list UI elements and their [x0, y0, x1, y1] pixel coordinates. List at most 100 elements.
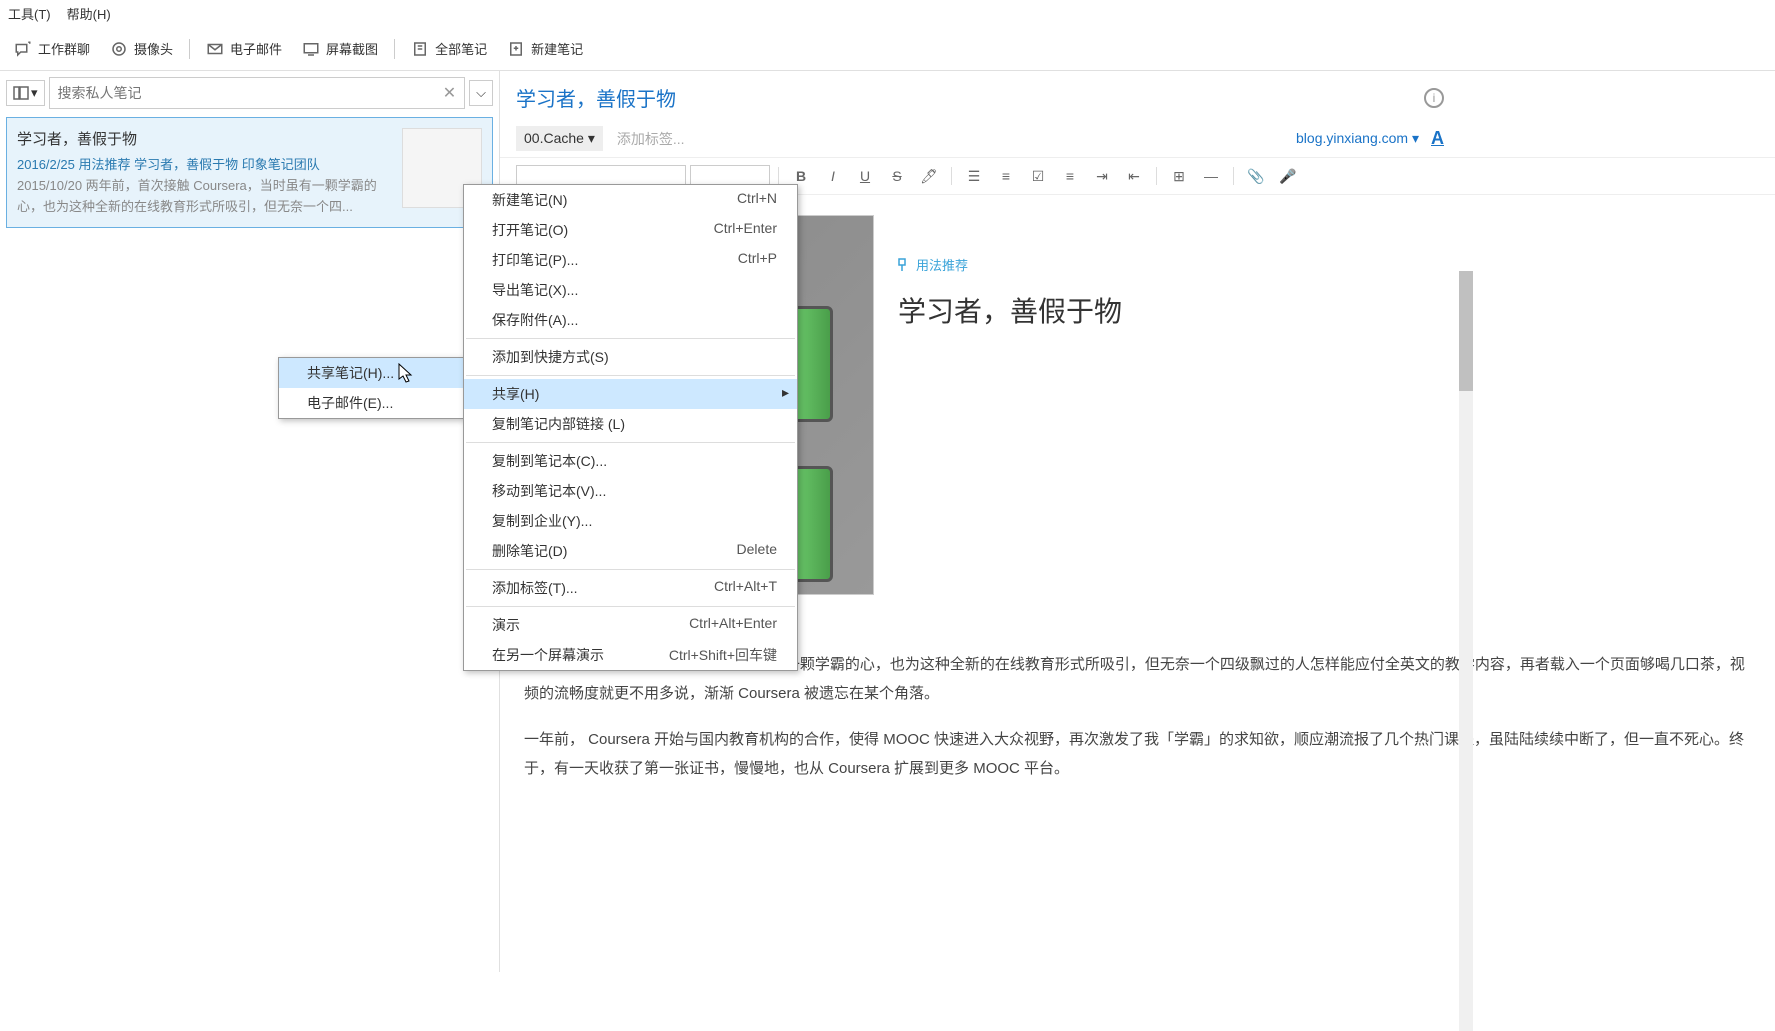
context-menu: 新建笔记(N) Ctrl+N 打开笔记(O) Ctrl+Enter 打印笔记(P)...… — [463, 184, 798, 671]
chat-icon — [14, 40, 32, 58]
font-style-button[interactable]: A — [1431, 128, 1444, 149]
ctx-label: 共享(H) — [492, 384, 539, 404]
tool-label: 工作群聊 — [38, 39, 90, 58]
add-tag-field[interactable]: 添加标签... — [617, 129, 685, 149]
menu-help[interactable]: 帮助(H) — [67, 4, 111, 23]
ctx-item[interactable]: 导出笔记(X)... — [464, 275, 797, 305]
article-header-text: 用法推荐 学习者，善假于物 — [898, 215, 1751, 595]
ctx-label: 打开笔记(O) — [492, 220, 568, 240]
indent-button[interactable]: ⇥ — [1088, 164, 1116, 188]
italic-button[interactable]: I — [819, 164, 847, 188]
tool-all-notes[interactable]: 全部笔记 — [403, 35, 495, 62]
underline-button[interactable]: U — [851, 164, 879, 188]
separator — [1156, 167, 1157, 185]
separator — [466, 606, 795, 607]
ctx-shortcut: Ctrl+Enter — [714, 220, 777, 240]
main-area: ▾ ✕ ⌵ 学习者，善假于物 2016/2/25 用法推荐 学习者，善假于物 印… — [0, 71, 1775, 972]
ctx-item[interactable]: 打开笔记(O) Ctrl+Enter — [464, 215, 797, 245]
ctx-shortcut: Ctrl+Shift+回车键 — [669, 645, 777, 665]
note-list-item[interactable]: 学习者，善假于物 2016/2/25 用法推荐 学习者，善假于物 印象笔记团队 … — [6, 117, 493, 228]
ctx-item[interactable]: 在另一个屏幕演示 Ctrl+Shift+回车键 — [464, 640, 797, 670]
ctx-email[interactable]: 电子邮件(E)... — [279, 388, 463, 418]
tool-camera[interactable]: 摄像头 — [102, 35, 181, 62]
align-button[interactable]: ≡ — [1056, 164, 1084, 188]
number-list-button[interactable]: ≡ — [992, 164, 1020, 188]
tag-row: 00.Cache ▾ 添加标签... blog.yinxiang.com ▾ A — [500, 120, 1775, 157]
sidebar: ▾ ✕ ⌵ 学习者，善假于物 2016/2/25 用法推荐 学习者，善假于物 印… — [0, 71, 500, 972]
ctx-label: 复制笔记内部链接 (L) — [492, 414, 625, 434]
ctx-label: 添加标签(T)... — [492, 578, 578, 598]
ctx-item[interactable]: 复制到笔记本(C)... — [464, 446, 797, 476]
ctx-label: 移动到笔记本(V)... — [492, 481, 606, 501]
ctx-item[interactable]: 共享(H) ▸ — [464, 379, 797, 409]
ctx-label: 共享笔记(H)... — [307, 363, 394, 383]
table-button[interactable]: ⊞ — [1165, 164, 1193, 188]
email-icon — [206, 40, 224, 58]
ctx-label: 新建笔记(N) — [492, 190, 567, 210]
note-title-field[interactable]: 学习者，善假于物 — [516, 83, 676, 112]
ctx-item[interactable]: 添加到快捷方式(S) — [464, 342, 797, 372]
ctx-item[interactable]: 复制笔记内部链接 (L) — [464, 409, 797, 439]
list-icon — [13, 86, 29, 100]
menu-tools[interactable]: 工具(T) — [8, 4, 51, 23]
ctx-shortcut: Delete — [737, 541, 777, 561]
strikethrough-button[interactable]: S — [883, 164, 911, 188]
attachment-button[interactable]: 📎 — [1242, 164, 1270, 188]
ctx-label: 在另一个屏幕演示 — [492, 645, 604, 665]
search-row: ▾ ✕ ⌵ — [6, 77, 493, 109]
source-url-link[interactable]: blog.yinxiang.com ▾ — [1296, 130, 1419, 147]
chevron-right-icon: ▸ — [782, 384, 789, 401]
bullet-list-button[interactable]: ☰ — [960, 164, 988, 188]
note-item-meta-text: 用法推荐 学习者，善假于物 印象笔记团队 — [78, 157, 319, 172]
tool-label: 摄像头 — [134, 39, 173, 58]
ctx-label: 演示 — [492, 615, 520, 635]
ctx-share-note[interactable]: 共享笔记(H)... — [279, 358, 463, 388]
checkbox-button[interactable]: ☑ — [1024, 164, 1052, 188]
outdent-button[interactable]: ⇤ — [1120, 164, 1148, 188]
ctx-label: 导出笔记(X)... — [492, 280, 578, 300]
record-button[interactable]: 🎤 — [1274, 164, 1302, 188]
context-submenu: 共享笔记(H)... 电子邮件(E)... — [278, 357, 464, 419]
toolbar: 工作群聊 摄像头 电子邮件 屏幕截图 全部笔记 新建笔记 — [0, 27, 1775, 71]
ctx-item[interactable]: 新建笔记(N) Ctrl+N — [464, 185, 797, 215]
ctx-item[interactable]: 移动到笔记本(V)... — [464, 476, 797, 506]
note-item-meta: 2016/2/25 用法推荐 学习者，善假于物 印象笔记团队 — [17, 155, 392, 176]
notes-icon — [411, 40, 429, 58]
text-color-button[interactable]: 🖊 — [915, 164, 943, 188]
clear-icon[interactable]: ✕ — [443, 83, 456, 103]
view-mode-button[interactable]: ▾ — [6, 80, 45, 106]
ctx-shortcut: Ctrl+Alt+Enter — [689, 615, 777, 635]
ctx-item[interactable]: 演示 Ctrl+Alt+Enter — [464, 610, 797, 640]
search-input-wrap[interactable]: ✕ — [49, 77, 466, 109]
ctx-item[interactable]: 删除笔记(D)Delete — [464, 536, 797, 566]
separator — [189, 39, 190, 59]
tool-email[interactable]: 电子邮件 — [198, 35, 290, 62]
search-options-button[interactable]: ⌵ — [469, 80, 493, 106]
search-input[interactable] — [58, 85, 443, 101]
ctx-label: 保存附件(A)... — [492, 310, 578, 330]
notebook-selector[interactable]: 00.Cache ▾ — [516, 126, 603, 151]
scrollbar[interactable] — [1459, 271, 1473, 1031]
info-icon[interactable]: i — [1424, 88, 1444, 108]
ctx-item[interactable]: 打印笔记(P)...Ctrl+P — [464, 245, 797, 275]
ctx-label: 电子邮件(E)... — [307, 393, 393, 413]
note-card-text: 学习者，善假于物 2016/2/25 用法推荐 学习者，善假于物 印象笔记团队 … — [17, 128, 392, 217]
tool-screenshot[interactable]: 屏幕截图 — [294, 35, 386, 62]
tool-new-note[interactable]: 新建笔记 — [499, 35, 591, 62]
tool-label: 新建笔记 — [531, 39, 583, 58]
ctx-shortcut: Ctrl+Alt+T — [714, 578, 777, 598]
scroll-thumb[interactable] — [1459, 271, 1473, 391]
ctx-item[interactable]: 复制到企业(Y)... — [464, 506, 797, 536]
ctx-item[interactable]: 添加标签(T)... Ctrl+Alt+T — [464, 573, 797, 603]
article-title: 学习者，善假于物 — [898, 290, 1751, 330]
hr-button[interactable]: — — [1197, 164, 1225, 188]
ctx-label: 复制到企业(Y)... — [492, 511, 592, 531]
separator — [1233, 167, 1234, 185]
ctx-shortcut: Ctrl+N — [737, 190, 777, 210]
camera-icon — [110, 40, 128, 58]
separator — [778, 167, 779, 185]
separator — [466, 569, 795, 570]
ctx-label: 打印笔记(P)... — [492, 250, 578, 270]
tool-workchat[interactable]: 工作群聊 — [6, 35, 98, 62]
ctx-item[interactable]: 保存附件(A)... — [464, 305, 797, 335]
